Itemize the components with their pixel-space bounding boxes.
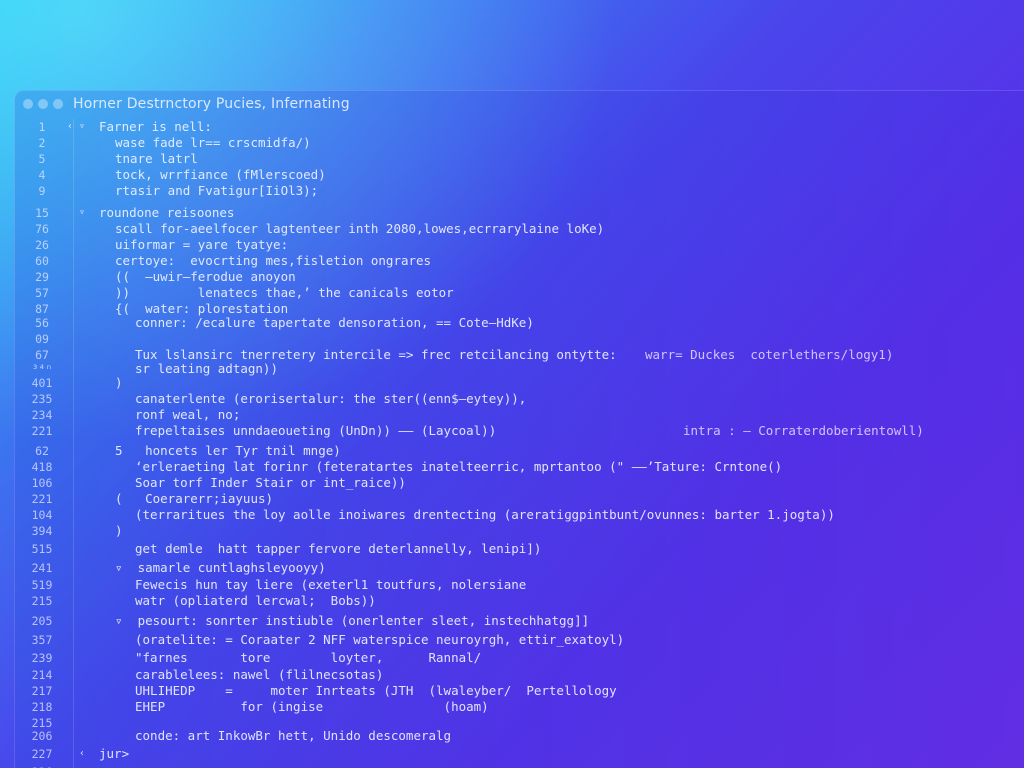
code-text: ▿ pesourt: sonrter instiuble (onerlenter… <box>115 613 590 628</box>
code-text: (terraritues the loy aolle inoiwares dre… <box>135 507 835 522</box>
line-number: 236 <box>27 764 57 768</box>
code-text: )) lenatecs thae,’ the canicals eotor <box>115 285 454 300</box>
code-text: UHLIHEDP = moter Inrteats (JTH (lwaleybe… <box>135 683 617 698</box>
close-dot-icon[interactable] <box>23 99 33 109</box>
line-number: 241 <box>31 561 53 575</box>
line-number: 57 <box>35 286 49 300</box>
maximize-dot-icon[interactable] <box>53 99 63 109</box>
code-text: frepeltaises unndaeoueting (UnDn)) —— (L… <box>135 423 497 438</box>
line-number: 221 <box>31 424 53 438</box>
code-text: (oratelite: = Coraater 2 NFF waterspice … <box>135 632 625 647</box>
code-text: Fewecis hun tay liere (exeterl1 toutfurs… <box>135 577 527 592</box>
line-number: 56 <box>35 316 49 330</box>
code-text: rtasir and Fvatigur[IiOl3); <box>115 183 319 198</box>
line-number: 234 <box>31 408 53 422</box>
code-text: "farnes tore loyter, Rannal/ <box>135 650 482 665</box>
line-number: 104 <box>31 508 53 522</box>
line-number: 221 <box>31 492 53 506</box>
line-number: 62 <box>35 444 49 458</box>
editor-window: Horner Destrnctory Pucies, Infernating 1… <box>14 90 1024 768</box>
line-number: 227 <box>31 747 53 761</box>
code-editor[interactable]: 1 ‹ ▿ Farner is nell: 2 wase fade lr== crscm… <box>15 119 1024 768</box>
line-number: 26 <box>35 238 49 252</box>
gutter-divider <box>73 119 74 768</box>
line-number: 357 <box>31 633 53 647</box>
line-number: 515 <box>31 542 53 556</box>
line-number: 205 <box>31 614 53 628</box>
code-text: ronf weal, no; <box>135 407 241 422</box>
code-text: wase fade lr== crscmidfa/) <box>115 135 311 150</box>
fold-toggle-icon[interactable]: ‹ <box>79 746 85 762</box>
code-text: certoye: evocrting mes,fisletion ongrare… <box>115 253 432 268</box>
line-number: 9 <box>38 184 46 198</box>
code-text: ) <box>115 523 123 538</box>
window-title: Horner Destrnctory Pucies, Infernating <box>73 96 350 112</box>
line-number: 215 <box>31 594 53 608</box>
code-text: ) <box>115 375 123 390</box>
window-controls <box>23 99 63 109</box>
code-text: Farner is nell: <box>99 119 212 134</box>
code-text: conde: art InkowBr hett, Unido descomera… <box>135 728 452 743</box>
title-bar: Horner Destrnctory Pucies, Infernating <box>15 91 1024 117</box>
fold-toggle-icon[interactable]: ▿ <box>79 205 85 221</box>
line-number: 401 <box>31 376 53 390</box>
line-number: 214 <box>31 668 53 682</box>
line-number: 519 <box>31 578 53 592</box>
code-text: watr (opliaterd lercwal; Bobs)) <box>135 593 376 608</box>
line-number: 15 <box>35 206 49 220</box>
fold-toggle-icon[interactable]: ‹ ▿ <box>67 119 85 135</box>
code-text-trailing: intra : – Corraterdoberientowll) <box>683 423 924 438</box>
line-number: 218 <box>31 700 53 714</box>
line-number: 4 <box>38 168 46 182</box>
code-text: Soar torf Inder Stair or int_raice)) <box>135 475 406 490</box>
line-number: 2 <box>38 136 46 150</box>
code-text-trailing: warr= Duckes coterlethers/logy1) <box>645 347 894 362</box>
line-number: 5 <box>38 152 46 166</box>
code-text: ( Coerarerr;iayuus) <box>115 491 274 506</box>
code-text: sr leating adtagn)) <box>135 361 278 376</box>
code-text: ▿ samarle cuntlaghsleyooyy) <box>115 560 326 575</box>
code-text: ‘erleraeting lat forinr (feteratartes in… <box>135 459 783 474</box>
line-number: 60 <box>35 254 49 268</box>
code-text: roundone reisoones <box>99 205 235 220</box>
line-number: 239 <box>31 651 53 665</box>
code-text: jur> <box>99 746 130 761</box>
code-text: tock, wrrfiance (fMlerscoed) <box>115 167 326 182</box>
line-number: 29 <box>35 270 49 284</box>
line-number: 1 <box>38 120 46 134</box>
line-number: 09 <box>35 332 49 346</box>
code-text: (( —uwir—ferodue anoyon <box>115 269 296 284</box>
line-number: 106 <box>31 476 53 490</box>
minimize-dot-icon[interactable] <box>38 99 48 109</box>
code-text: conner: /ecalure tapertate densoration, … <box>135 315 534 330</box>
line-number: 394 <box>31 524 53 538</box>
line-number: 235 <box>31 392 53 406</box>
code-text: scall for-aeelfocer lagtenteer inth 2080… <box>115 221 605 236</box>
line-number: 76 <box>35 222 49 236</box>
line-number: 418 <box>31 460 53 474</box>
code-text: uiformar = yare tyatye: <box>115 237 289 252</box>
line-number: 217 <box>31 684 53 698</box>
code-text: get demle hatt tapper fervore deterlanne… <box>135 541 542 556</box>
code-text: carablelees: nawel (flilnecsotas) <box>135 667 384 682</box>
code-text: 5 honcets ler Tyr tnil mnge) <box>115 443 341 458</box>
code-text: canaterlente (erorisertalur: the ster((e… <box>135 391 527 406</box>
line-number: 206 <box>31 729 53 743</box>
code-text: tnare latrl <box>115 151 198 166</box>
code-text: EHEP for (ingise (hoam) <box>135 699 489 714</box>
